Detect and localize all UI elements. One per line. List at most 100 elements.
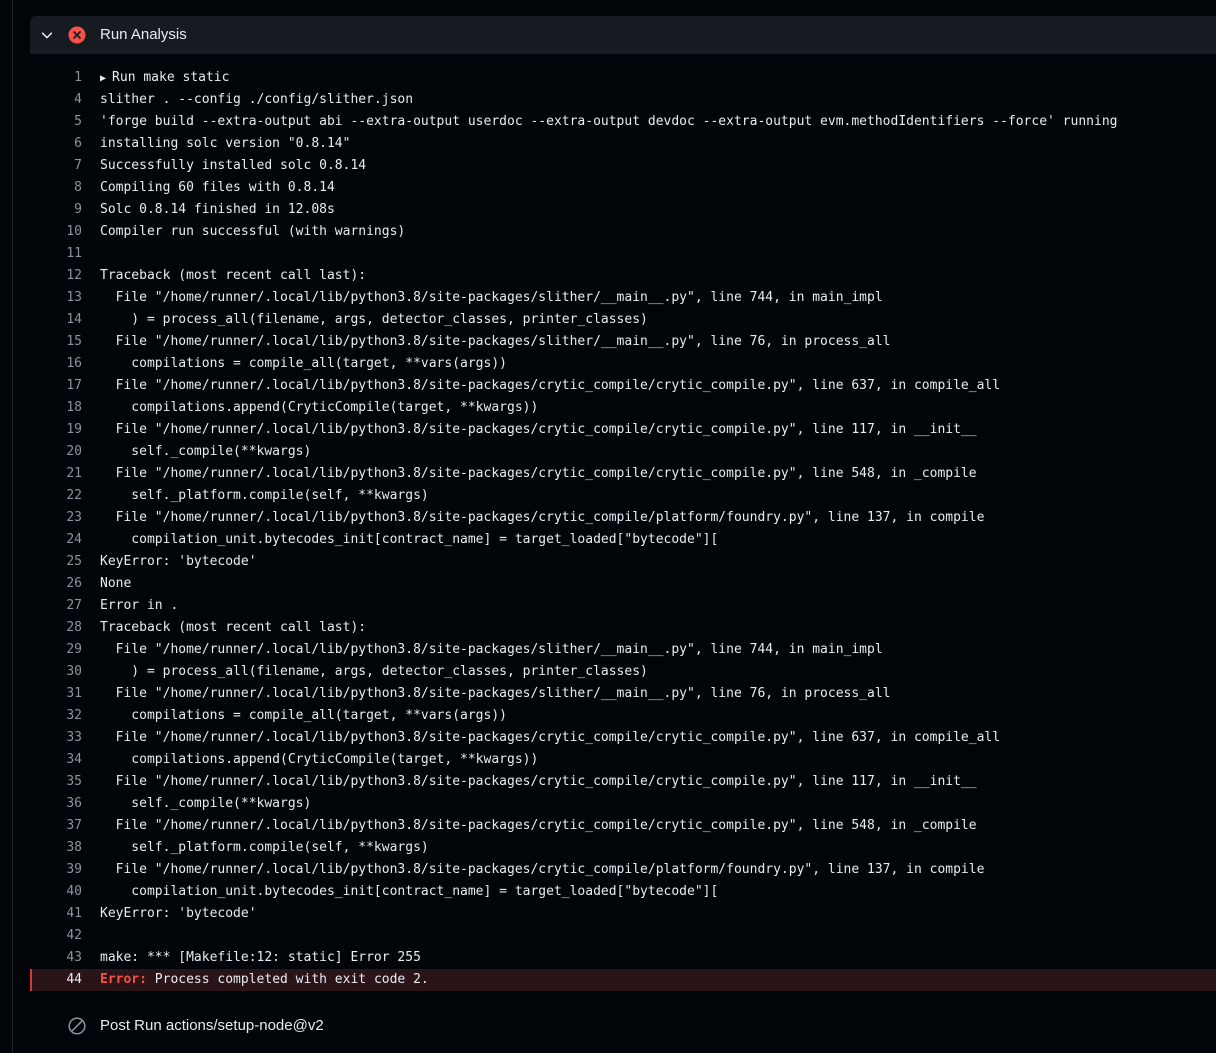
log-line[interactable]: 6 installing solc version "0.8.14": [30, 133, 1216, 155]
line-number[interactable]: 35: [30, 771, 82, 793]
line-number[interactable]: 23: [30, 507, 82, 529]
error-label: Error:: [100, 972, 147, 987]
line-number[interactable]: 37: [30, 815, 82, 837]
log-line-content: compilation_unit.bytecodes_init[contract…: [100, 532, 719, 547]
line-number[interactable]: 34: [30, 749, 82, 771]
line-number[interactable]: 17: [30, 375, 82, 397]
log-line[interactable]: 32 compilations = compile_all(target, **…: [30, 705, 1216, 727]
triangle-right-icon[interactable]: ▶: [100, 73, 112, 84]
log-line[interactable]: 43 make: *** [Makefile:12: static] Error …: [30, 947, 1216, 969]
line-number[interactable]: 29: [30, 639, 82, 661]
step-title: Run Analysis: [100, 26, 187, 43]
log-line[interactable]: 15 File "/home/runner/.local/lib/python3…: [30, 331, 1216, 353]
line-number[interactable]: 28: [30, 617, 82, 639]
log-line[interactable]: 7 Successfully installed solc 0.8.14: [30, 155, 1216, 177]
log-line-text: None: [100, 573, 131, 595]
log-line[interactable]: 36 self._compile(**kwargs): [30, 793, 1216, 815]
line-number[interactable]: 44: [30, 969, 82, 991]
log-line[interactable]: 4 slither . --config ./config/slither.jso…: [30, 89, 1216, 111]
log-line[interactable]: 19 File "/home/runner/.local/lib/python3…: [30, 419, 1216, 441]
log-line[interactable]: 8 Compiling 60 files with 0.8.14: [30, 177, 1216, 199]
line-number[interactable]: 41: [30, 903, 82, 925]
line-number[interactable]: 40: [30, 881, 82, 903]
log-line[interactable]: 40 compilation_unit.bytecodes_init[contr…: [30, 881, 1216, 903]
log-line-content: File "/home/runner/.local/lib/python3.8/…: [100, 642, 883, 657]
step-header-run-analysis[interactable]: Run Analysis: [30, 16, 1216, 54]
log-line[interactable]: 28 Traceback (most recent call last):: [30, 617, 1216, 639]
log-line-text: Error in .: [100, 595, 178, 617]
log-line[interactable]: 1 ▶ Run make static: [30, 67, 1216, 89]
log-line[interactable]: 35 File "/home/runner/.local/lib/python3…: [30, 771, 1216, 793]
log-line-text: Compiling 60 files with 0.8.14: [100, 177, 335, 199]
line-number[interactable]: 14: [30, 309, 82, 331]
line-number[interactable]: 18: [30, 397, 82, 419]
line-number[interactable]: 33: [30, 727, 82, 749]
log-line[interactable]: 23 File "/home/runner/.local/lib/python3…: [30, 507, 1216, 529]
log-line[interactable]: 34 compilations.append(CryticCompile(tar…: [30, 749, 1216, 771]
log-line[interactable]: 26 None: [30, 573, 1216, 595]
log-line[interactable]: 12 Traceback (most recent call last):: [30, 265, 1216, 287]
log-line[interactable]: 20 self._compile(**kwargs): [30, 441, 1216, 463]
step-header-post-run[interactable]: Post Run actions/setup-node@v2: [30, 1010, 1216, 1042]
log-line-content: installing solc version "0.8.14": [100, 136, 351, 151]
skip-circle-icon: [68, 1017, 86, 1035]
line-number[interactable]: 19: [30, 419, 82, 441]
log-line[interactable]: 16 compilations = compile_all(target, **…: [30, 353, 1216, 375]
line-number[interactable]: 16: [30, 353, 82, 375]
log-line[interactable]: 30 ) = process_all(filename, args, detec…: [30, 661, 1216, 683]
log-line[interactable]: 24 compilation_unit.bytecodes_init[contr…: [30, 529, 1216, 551]
log-line[interactable]: 33 File "/home/runner/.local/lib/python3…: [30, 727, 1216, 749]
line-number[interactable]: 1: [30, 67, 82, 89]
log-line[interactable]: 25 KeyError: 'bytecode': [30, 551, 1216, 573]
log-line[interactable]: 10 Compiler run successful (with warnings…: [30, 221, 1216, 243]
log-line[interactable]: 41 KeyError: 'bytecode': [30, 903, 1216, 925]
line-number[interactable]: 30: [30, 661, 82, 683]
line-number[interactable]: 22: [30, 485, 82, 507]
line-number[interactable]: 31: [30, 683, 82, 705]
line-number[interactable]: 10: [30, 221, 82, 243]
line-number[interactable]: 12: [30, 265, 82, 287]
log-line[interactable]: 9 Solc 0.8.14 finished in 12.08s: [30, 199, 1216, 221]
log-line[interactable]: 5 'forge build --extra-output abi --extra…: [30, 111, 1216, 133]
log-line[interactable]: 42: [30, 925, 1216, 947]
log-line[interactable]: 31 File "/home/runner/.local/lib/python3…: [30, 683, 1216, 705]
log-line[interactable]: 22 self._platform.compile(self, **kwargs…: [30, 485, 1216, 507]
log-line[interactable]: 39 File "/home/runner/.local/lib/python3…: [30, 859, 1216, 881]
log-line-content: File "/home/runner/.local/lib/python3.8/…: [100, 730, 1001, 745]
log-line[interactable]: 29 File "/home/runner/.local/lib/python3…: [30, 639, 1216, 661]
line-number[interactable]: 7: [30, 155, 82, 177]
line-number[interactable]: 36: [30, 793, 82, 815]
log-line[interactable]: 17 File "/home/runner/.local/lib/python3…: [30, 375, 1216, 397]
log-line[interactable]: 21 File "/home/runner/.local/lib/python3…: [30, 463, 1216, 485]
line-number[interactable]: 15: [30, 331, 82, 353]
log-line[interactable]: 11: [30, 243, 1216, 265]
line-number[interactable]: 8: [30, 177, 82, 199]
post-step-title: Post Run actions/setup-node@v2: [100, 1017, 324, 1034]
line-number[interactable]: 27: [30, 595, 82, 617]
line-number[interactable]: 6: [30, 133, 82, 155]
log-line[interactable]: 13 File "/home/runner/.local/lib/python3…: [30, 287, 1216, 309]
line-number[interactable]: 13: [30, 287, 82, 309]
chevron-down-icon[interactable]: [40, 28, 54, 42]
line-number[interactable]: 32: [30, 705, 82, 727]
log-line-content: slither . --config ./config/slither.json: [100, 92, 414, 107]
log-line[interactable]: 18 compilations.append(CryticCompile(tar…: [30, 397, 1216, 419]
log-line[interactable]: 38 self._platform.compile(self, **kwargs…: [30, 837, 1216, 859]
line-number[interactable]: 20: [30, 441, 82, 463]
line-number[interactable]: 21: [30, 463, 82, 485]
line-number[interactable]: 9: [30, 199, 82, 221]
log-line[interactable]: 14 ) = process_all(filename, args, detec…: [30, 309, 1216, 331]
line-number[interactable]: 4: [30, 89, 82, 111]
line-number[interactable]: 42: [30, 925, 82, 947]
line-number[interactable]: 38: [30, 837, 82, 859]
line-number[interactable]: 43: [30, 947, 82, 969]
line-number[interactable]: 39: [30, 859, 82, 881]
line-number[interactable]: 25: [30, 551, 82, 573]
line-number[interactable]: 24: [30, 529, 82, 551]
log-line-error[interactable]: 44 Error: Process completed with exit cod…: [30, 969, 1216, 991]
line-number[interactable]: 5: [30, 111, 82, 133]
line-number[interactable]: 26: [30, 573, 82, 595]
log-line[interactable]: 27 Error in .: [30, 595, 1216, 617]
log-line[interactable]: 37 File "/home/runner/.local/lib/python3…: [30, 815, 1216, 837]
line-number[interactable]: 11: [30, 243, 82, 265]
